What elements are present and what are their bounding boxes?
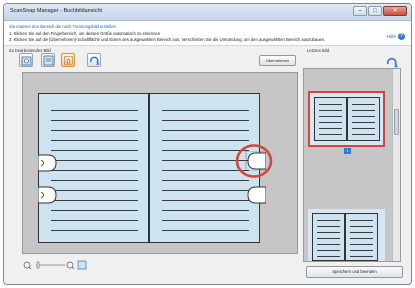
minimize-button[interactable]: – bbox=[353, 6, 367, 16]
thumbnail-selected[interactable] bbox=[308, 91, 385, 147]
thumbnail-next[interactable] bbox=[308, 209, 385, 261]
finger-left-bottom bbox=[38, 186, 57, 204]
window-title: ScanSnap Manager - Buchbildansicht bbox=[10, 8, 103, 14]
rotate-icon bbox=[386, 57, 398, 68]
scrollbar-thumb[interactable] bbox=[394, 109, 399, 135]
thumbnail-panel[interactable]: 1 bbox=[303, 68, 401, 262]
apply-button[interactable]: Übernehmen bbox=[259, 55, 296, 66]
close-button[interactable]: ✕ bbox=[383, 6, 407, 16]
rotate-icon bbox=[90, 56, 99, 65]
finger-left-top bbox=[38, 154, 57, 172]
preview-section-label: Letztes Bild bbox=[307, 48, 330, 53]
selection-highlight-circle bbox=[235, 144, 273, 178]
rotate-button[interactable] bbox=[87, 53, 101, 67]
thumbnail-page-number: 1 bbox=[344, 148, 351, 154]
window-controls: – □ ✕ bbox=[353, 6, 407, 16]
instruction-heading: Sie müssen den Bereich die nach Trennung… bbox=[9, 24, 116, 29]
hand-tool-button[interactable] bbox=[19, 53, 33, 67]
page-view-icon bbox=[43, 55, 54, 66]
instruction-panel: Sie müssen den Bereich die nach Trennung… bbox=[4, 21, 411, 46]
zoom-controls bbox=[22, 258, 92, 272]
zoom-slider[interactable] bbox=[22, 259, 92, 271]
finger-select-button[interactable] bbox=[61, 53, 75, 67]
thumbnail-scrollbar[interactable] bbox=[392, 69, 400, 261]
instruction-step-1: 1. Klicken Sie auf den Fingerbereich, um… bbox=[9, 31, 161, 36]
maximize-button[interactable]: □ bbox=[368, 6, 382, 16]
help-icon: ? bbox=[398, 33, 405, 40]
instruction-step-2: 2. Klicken Sie auf die [Übernehmen]-Scha… bbox=[9, 37, 326, 42]
image-editor-canvas[interactable] bbox=[22, 72, 298, 254]
page-view-button[interactable] bbox=[41, 53, 55, 67]
help-label: Hilfe bbox=[386, 34, 396, 39]
title-bar: ScanSnap Manager - Buchbildansicht – □ ✕ bbox=[4, 4, 411, 21]
finger-select-icon bbox=[64, 56, 73, 65]
save-and-exit-button[interactable]: Speichern und beenden bbox=[306, 266, 403, 278]
help-link[interactable]: Hilfe ? bbox=[387, 33, 405, 40]
hand-tool-icon bbox=[21, 56, 32, 66]
finger-right-bottom bbox=[247, 186, 266, 204]
preview-rotate-button[interactable] bbox=[385, 55, 399, 68]
